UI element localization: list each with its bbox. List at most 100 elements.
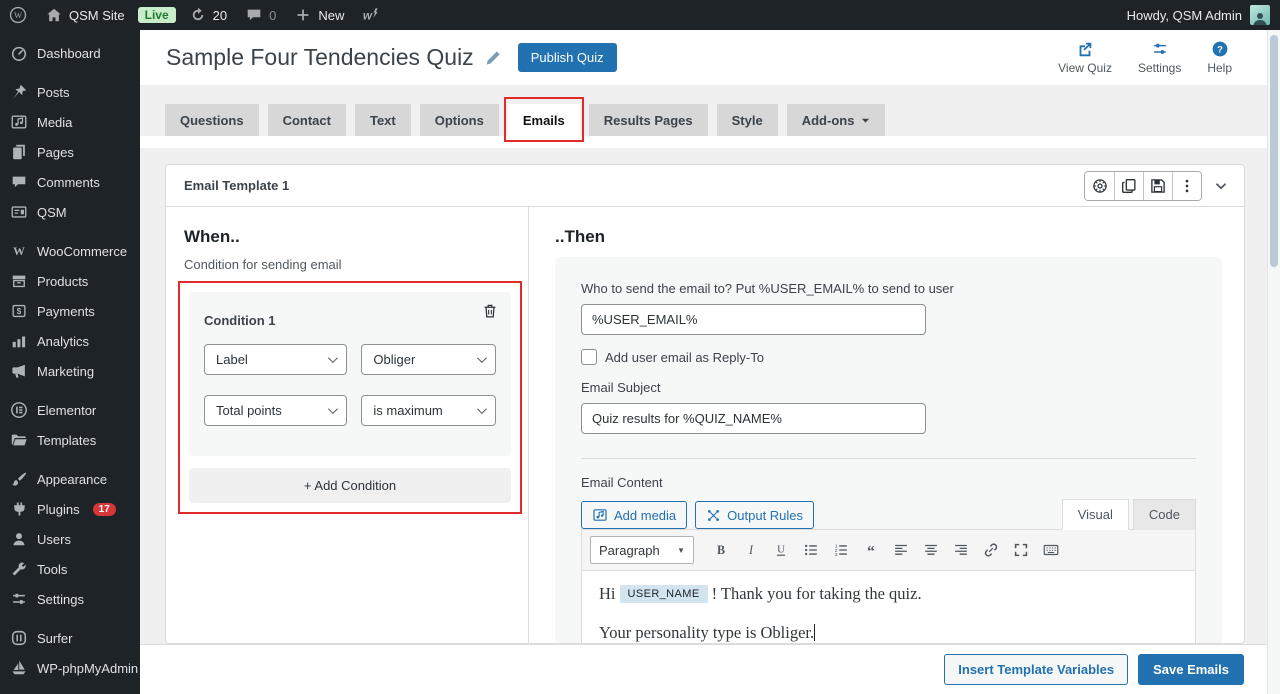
sidebar-item-analytics[interactable]: Analytics [0, 326, 140, 356]
updates-link[interactable]: 20 [180, 0, 236, 30]
tab-style[interactable]: Style [717, 104, 778, 136]
brand-menu[interactable]: w [353, 0, 389, 30]
sidebar-item-media[interactable]: Media [0, 107, 140, 137]
align-right-icon [952, 541, 970, 559]
payments-icon: $ [10, 302, 28, 320]
reply-to-checkbox[interactable] [581, 349, 597, 365]
sidebar-item-comments[interactable]: Comments [0, 167, 140, 197]
sidebar-item-marketing[interactable]: Marketing [0, 356, 140, 386]
fullscreen-button[interactable] [1007, 538, 1034, 563]
site-name-link[interactable]: QSM Site [36, 0, 134, 30]
tab-contact[interactable]: Contact [268, 104, 346, 136]
settings-icon [10, 590, 28, 608]
svg-text:W: W [13, 245, 25, 258]
align-center-icon [922, 541, 940, 559]
header-action-help[interactable]: ?Help [1207, 40, 1232, 75]
sidebar-item-payments[interactable]: $Payments [0, 296, 140, 326]
editor-content[interactable]: HiUSER_NAME! Thank you for taking the qu… [582, 571, 1195, 644]
trash-icon[interactable] [481, 302, 499, 320]
comments-count: 0 [269, 8, 276, 23]
editor-tab-visual[interactable]: Visual [1062, 499, 1129, 530]
sidebar-item-surfer[interactable]: Surfer [0, 623, 140, 653]
tab-results-pages[interactable]: Results Pages [589, 104, 708, 136]
numbered-list-button[interactable]: 123 [827, 538, 854, 563]
italic-button[interactable]: I [737, 538, 764, 563]
chevron-down-icon[interactable] [1212, 177, 1230, 195]
align-left-icon [892, 541, 910, 559]
new-content-menu[interactable]: New [285, 0, 353, 30]
add-media-button[interactable]: Add media [581, 501, 687, 529]
publish-quiz-button[interactable]: Publish Quiz [518, 43, 617, 72]
add-condition-button[interactable]: + Add Condition [189, 468, 511, 503]
tab-options[interactable]: Options [420, 104, 499, 136]
media-icon [10, 113, 28, 131]
tab-add-ons[interactable]: Add-ons [787, 104, 886, 136]
condition-value-select-2[interactable]: is maximum [361, 395, 496, 426]
insert-template-variables-button[interactable]: Insert Template Variables [944, 654, 1128, 685]
tab-emails[interactable]: Emails [508, 104, 580, 136]
save-button[interactable] [1143, 172, 1172, 200]
paragraph-style-select[interactable]: Paragraph▼ [590, 536, 694, 564]
chevron-down-icon [477, 353, 487, 363]
scrollbar-thumb[interactable] [1270, 35, 1278, 267]
sidebar-item-dashboard[interactable]: Dashboard [0, 38, 140, 68]
tab-questions[interactable]: Questions [165, 104, 259, 136]
sidebar-item-pages[interactable]: Pages [0, 137, 140, 167]
align-left-button[interactable] [887, 538, 914, 563]
pencil-icon[interactable] [484, 49, 502, 67]
save-icon [1149, 177, 1167, 195]
gear-button[interactable] [1085, 172, 1114, 200]
sidebar-item-tools[interactable]: Tools [0, 554, 140, 584]
header-action-settings[interactable]: Settings [1138, 40, 1181, 75]
avatar[interactable] [1250, 5, 1270, 25]
keyboard-shortcuts-button[interactable] [1037, 538, 1064, 563]
align-right-button[interactable] [947, 538, 974, 563]
reply-to-checkbox-row[interactable]: Add user email as Reply-To [581, 349, 1196, 365]
condition-field-select-2[interactable]: Total points [204, 395, 347, 426]
condition-value-select-1[interactable]: Obliger [361, 344, 496, 375]
howdy-text[interactable]: Howdy, QSM Admin [1127, 8, 1242, 23]
editor-tab-code[interactable]: Code [1133, 499, 1196, 530]
kebab-menu-button[interactable] [1172, 172, 1201, 200]
link-button[interactable] [977, 538, 1004, 563]
svg-text:U: U [777, 544, 785, 556]
condition-field-select-1[interactable]: Label [204, 344, 347, 375]
then-panel: Who to send the email to? Put %USER_EMAI… [555, 257, 1222, 644]
sidebar-item-plugins[interactable]: Plugins17 [0, 494, 140, 524]
blockquote-button[interactable]: “ [857, 538, 884, 563]
svg-text:3: 3 [834, 552, 837, 558]
copy-button[interactable] [1114, 172, 1143, 200]
underline-button[interactable]: U [767, 538, 794, 563]
template-variable-chip[interactable]: USER_NAME [620, 585, 708, 603]
sidebar-item-elementor[interactable]: Elementor [0, 395, 140, 425]
comments-link[interactable]: 0 [236, 0, 285, 30]
condition-row: Label Obliger [204, 344, 496, 375]
underline-icon: U [772, 541, 790, 559]
save-emails-button[interactable]: Save Emails [1138, 654, 1244, 685]
tab-text[interactable]: Text [355, 104, 411, 136]
sidebar-item-wp-phpmyadmin[interactable]: WP-phpMyAdmin [0, 653, 140, 683]
header-action-view-quiz[interactable]: View Quiz [1058, 40, 1112, 75]
sidebar-item-posts[interactable]: Posts [0, 77, 140, 107]
wordpress-menu[interactable]: W [0, 0, 36, 30]
sidebar-item-appearance[interactable]: Appearance [0, 464, 140, 494]
comments-icon [10, 173, 28, 191]
content-label: Email Content [581, 475, 1196, 490]
output-rules-button[interactable]: Output Rules [695, 501, 814, 529]
recipient-input[interactable] [581, 304, 926, 335]
template-actions-group [1084, 171, 1202, 201]
sidebar-item-products[interactable]: Products [0, 266, 140, 296]
subject-input[interactable] [581, 403, 926, 434]
svg-text:w: w [363, 10, 373, 23]
page-scrollbar[interactable] [1267, 30, 1280, 694]
sidebar-item-templates[interactable]: Templates [0, 425, 140, 455]
sidebar-item-woocommerce[interactable]: WWooCommerce [0, 236, 140, 266]
refresh-icon [189, 6, 207, 24]
sidebar-item-qsm[interactable]: QSM [0, 197, 140, 227]
home-icon [45, 6, 63, 24]
bulleted-list-button[interactable] [797, 538, 824, 563]
bold-button[interactable]: B [707, 538, 734, 563]
align-center-button[interactable] [917, 538, 944, 563]
sidebar-item-settings[interactable]: Settings [0, 584, 140, 614]
sidebar-item-users[interactable]: Users [0, 524, 140, 554]
